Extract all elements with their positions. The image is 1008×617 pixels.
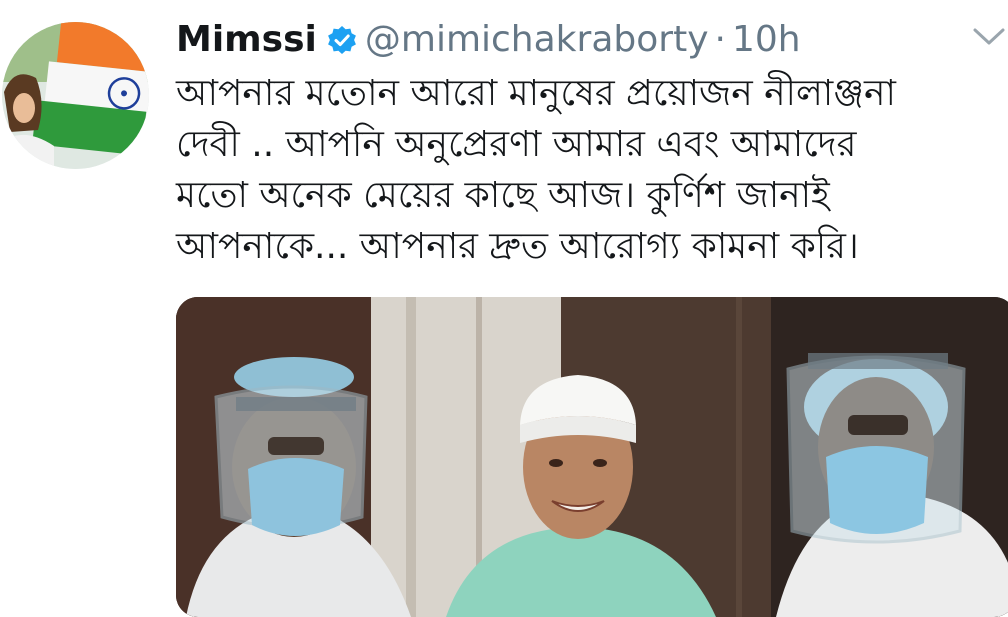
author-display-name[interactable]: Mimssi xyxy=(176,22,317,58)
author-handle[interactable]: @mimichakraborty xyxy=(365,22,709,58)
tweet-text-line: দেবী .. আপনি অনুপ্রেরণা আমার এবং আমাদের xyxy=(176,124,857,165)
tweet-text-line: আপনার মতোন আরো মানুষের প্রয়োজন নীলাঞ্জন… xyxy=(176,73,896,114)
tweet-header: Mimssi @mimichakraborty · 10h xyxy=(176,12,801,68)
tweet-text-line: আপনাকে... আপনার দ্রুত আরোগ্য কামনা করি। xyxy=(176,226,859,267)
tweet-timestamp[interactable]: 10h xyxy=(732,22,801,58)
verified-badge-icon xyxy=(327,25,357,55)
tweet-text: আপনার মতোন আরো মানুষের প্রয়োজন নীলাঞ্জন… xyxy=(176,68,976,272)
chevron-down-icon[interactable] xyxy=(972,26,1006,48)
author-avatar[interactable] xyxy=(2,22,149,169)
tweet-text-line: মতো অনেক মেয়ের কাছে আজ। কুর্ণিশ জানাই xyxy=(176,175,830,216)
photo-image xyxy=(176,297,1008,617)
avatar-image xyxy=(2,22,149,169)
tweet-media-photo[interactable] xyxy=(176,297,1008,617)
header-separator: · xyxy=(714,19,726,60)
